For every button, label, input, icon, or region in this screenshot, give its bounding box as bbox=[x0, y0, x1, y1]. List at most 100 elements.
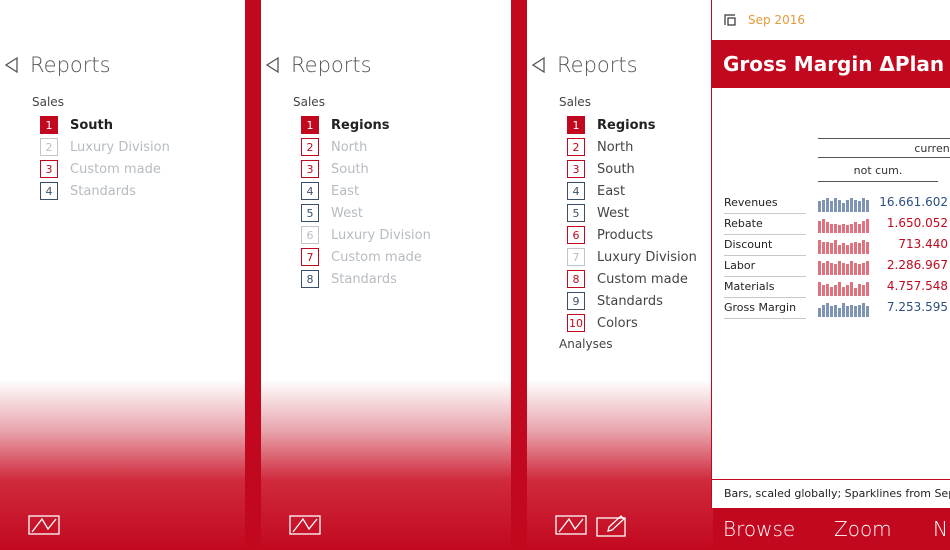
row-value: 16.661.602 bbox=[879, 195, 948, 209]
sparkline-bar bbox=[818, 261, 821, 275]
report-date[interactable]: Sep 2016 bbox=[748, 13, 805, 27]
sparkline bbox=[818, 261, 869, 275]
list-item[interactable]: 8 Custom made bbox=[567, 268, 697, 290]
item-number-badge: 6 bbox=[567, 226, 585, 244]
section-label-sales: Sales bbox=[32, 95, 64, 109]
row-label: Revenues bbox=[724, 193, 806, 214]
back-arrow-icon[interactable] bbox=[531, 57, 547, 73]
list-item[interactable]: 5 West bbox=[301, 202, 431, 224]
item-label: North bbox=[597, 139, 634, 155]
list-item[interactable]: 10 Colors bbox=[567, 312, 697, 334]
list-item[interactable]: 3 South bbox=[301, 158, 431, 180]
back-arrow-icon[interactable] bbox=[265, 57, 281, 73]
list-item[interactable]: 4 Standards bbox=[40, 180, 170, 202]
list-item[interactable]: 7 Luxury Division bbox=[567, 246, 697, 268]
sparkline-bar bbox=[842, 224, 845, 233]
table-row[interactable]: Labor 2.286.967 bbox=[724, 256, 950, 277]
column-header-current: current bbox=[818, 138, 950, 158]
table-row[interactable]: Gross Margin 7.253.595 bbox=[724, 298, 950, 319]
sparkline-bar bbox=[826, 198, 829, 212]
report-list: 1 Regions 2 North 3 South 4 East 5 West 6 Products 7… bbox=[567, 114, 697, 334]
sparkline-bar bbox=[858, 305, 861, 317]
panel-header[interactable]: Reports bbox=[531, 52, 638, 78]
sparkline-bar bbox=[834, 264, 837, 275]
sparkline-bar bbox=[858, 284, 861, 296]
reports-panel-1: Reports Sales 1 South 2 Luxury Division 3 Cus… bbox=[0, 0, 245, 550]
item-number-badge: 2 bbox=[301, 138, 319, 156]
list-item[interactable]: 1 South bbox=[40, 114, 170, 136]
row-label: Labor bbox=[724, 256, 806, 277]
sparkline-bar bbox=[826, 242, 829, 254]
nav-browse[interactable]: Browse bbox=[723, 517, 795, 541]
item-label: Custom made bbox=[331, 249, 422, 265]
panel-header[interactable]: Reports bbox=[265, 52, 372, 78]
row-value: 4.757.548 bbox=[886, 279, 948, 293]
list-item[interactable]: 3 South bbox=[567, 158, 697, 180]
table-row[interactable]: Revenues 16.661.602 bbox=[724, 193, 950, 214]
item-number-badge: 2 bbox=[567, 138, 585, 156]
bottom-toolbar bbox=[28, 515, 60, 535]
item-label: Standards bbox=[331, 271, 397, 287]
table-row[interactable]: Rebate 1.650.052 bbox=[724, 214, 950, 235]
list-item[interactable]: 8 Standards bbox=[301, 268, 431, 290]
sparkline bbox=[818, 219, 869, 233]
chart-icon[interactable] bbox=[555, 515, 587, 535]
list-item[interactable]: 6 Luxury Division bbox=[301, 224, 431, 246]
list-item[interactable]: 5 West bbox=[567, 202, 697, 224]
chart-icon[interactable] bbox=[28, 515, 60, 535]
panel-header[interactable]: Reports bbox=[4, 52, 111, 78]
edit-icon[interactable] bbox=[596, 515, 628, 537]
list-item[interactable]: 6 Products bbox=[567, 224, 697, 246]
sparkline-bar bbox=[866, 261, 869, 275]
sparkline-bar bbox=[846, 225, 849, 233]
bottom-nav: Browse Zoom N bbox=[723, 517, 950, 547]
card-title: Gross Margin ΔPlan % bbox=[723, 52, 950, 76]
table-row[interactable]: Discount 713.440 bbox=[724, 235, 950, 256]
sparkline-bar bbox=[822, 200, 825, 212]
item-label: Luxury Division bbox=[597, 249, 697, 265]
nav-zoom[interactable]: Zoom bbox=[834, 517, 892, 541]
item-label: Colors bbox=[597, 315, 638, 331]
item-number-badge: 4 bbox=[40, 182, 58, 200]
item-label: East bbox=[597, 183, 626, 199]
list-item[interactable]: 3 Custom made bbox=[40, 158, 170, 180]
item-label: East bbox=[331, 183, 360, 199]
sparkline-bar bbox=[846, 200, 849, 212]
row-value: 1.650.052 bbox=[886, 216, 948, 230]
list-item[interactable]: 1 Regions bbox=[301, 114, 431, 136]
section-label-analyses[interactable]: Analyses bbox=[559, 337, 613, 351]
panel-title: Reports bbox=[291, 53, 372, 77]
item-number-badge: 4 bbox=[301, 182, 319, 200]
list-item[interactable]: 9 Standards bbox=[567, 290, 697, 312]
row-label: Materials bbox=[724, 277, 806, 298]
window-icon[interactable] bbox=[724, 14, 736, 26]
nav-next[interactable]: N bbox=[933, 517, 948, 541]
list-item[interactable]: 2 North bbox=[567, 136, 697, 158]
section-label-sales: Sales bbox=[559, 95, 591, 109]
list-item[interactable]: 2 North bbox=[301, 136, 431, 158]
column-header-not-cumulative: not cum. bbox=[818, 161, 938, 182]
sparkline-bar bbox=[822, 242, 825, 254]
list-item[interactable]: 4 East bbox=[301, 180, 431, 202]
panel-title: Reports bbox=[557, 53, 638, 77]
back-arrow-icon[interactable] bbox=[4, 57, 20, 73]
sparkline-bar bbox=[834, 285, 837, 296]
sparkline-bar bbox=[862, 221, 865, 233]
sparkline-bar bbox=[854, 306, 857, 317]
table-row[interactable]: Materials 4.757.548 bbox=[724, 277, 950, 298]
list-item[interactable]: 4 East bbox=[567, 180, 697, 202]
item-label: Regions bbox=[331, 117, 390, 133]
item-number-badge: 2 bbox=[40, 138, 58, 156]
sparkline-bar bbox=[822, 285, 825, 296]
list-item[interactable]: 1 Regions bbox=[567, 114, 697, 136]
row-value: 713.440 bbox=[898, 237, 948, 251]
list-item[interactable]: 7 Custom made bbox=[301, 246, 431, 268]
item-number-badge: 5 bbox=[567, 204, 585, 222]
chart-icon[interactable] bbox=[289, 515, 321, 535]
sparkline-bar bbox=[822, 263, 825, 275]
sparkline-bar bbox=[866, 306, 869, 317]
list-item[interactable]: 2 Luxury Division bbox=[40, 136, 170, 158]
item-label: Standards bbox=[70, 183, 136, 199]
sparkline-bar bbox=[858, 224, 861, 233]
reports-panel-2: Reports Sales 1 Regions 2 North 3 South 4 East 5… bbox=[261, 0, 511, 550]
